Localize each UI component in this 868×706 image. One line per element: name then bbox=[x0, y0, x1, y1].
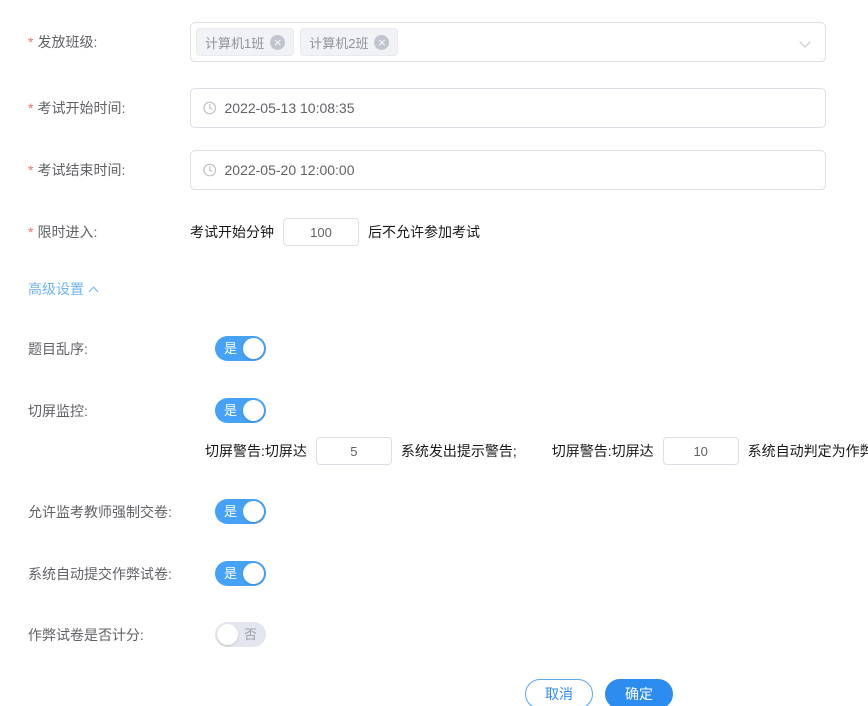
screen-monitor-label: 切屏监控: bbox=[28, 401, 190, 421]
warning2-suffix: 系统自动判定为作弊; bbox=[748, 441, 868, 461]
class-tag[interactable]: 计算机1班 × bbox=[196, 28, 294, 56]
shuffle-row: 题目乱序: 是 bbox=[28, 336, 868, 361]
required-marker: * bbox=[28, 224, 33, 240]
classes-label: *发放班级: bbox=[28, 32, 190, 52]
screen-monitor-switch[interactable]: 是 bbox=[215, 398, 266, 423]
circle-x-icon[interactable]: × bbox=[270, 35, 285, 50]
force-submit-row: 允许监考教师强制交卷: 是 bbox=[28, 499, 868, 524]
auto-submit-cheat-row: 系统自动提交作弊试卷: 是 bbox=[28, 561, 868, 586]
class-tag-label: 计算机1班 bbox=[205, 33, 264, 52]
warning1-suffix: 系统发出提示警告; bbox=[401, 441, 517, 461]
cheat-score-row: 作弊试卷是否计分: 否 bbox=[28, 622, 868, 647]
switch-knob bbox=[243, 563, 264, 584]
switch-knob bbox=[243, 338, 264, 359]
screen-monitor-row: 切屏监控: 是 bbox=[28, 398, 868, 423]
auto-submit-cheat-switch[interactable]: 是 bbox=[215, 561, 266, 586]
advanced-settings-label: 高级设置 bbox=[28, 279, 84, 299]
advanced-settings-toggle[interactable]: 高级设置 bbox=[28, 279, 97, 299]
circle-x-icon[interactable]: × bbox=[374, 35, 389, 50]
confirm-button[interactable]: 确定 bbox=[605, 679, 673, 706]
switch-knob bbox=[217, 624, 238, 645]
screen-warning-row: 切屏警告:切屏达 系统发出提示警告; 切屏警告:切屏达 系统自动判定为作弊; bbox=[205, 437, 868, 465]
entry-limit-label: *限时进入: bbox=[28, 222, 190, 242]
entry-limit-row: *限时进入: 考试开始分钟 后不允许参加考试 bbox=[28, 218, 868, 246]
warning1-prefix: 切屏警告:切屏达 bbox=[205, 441, 307, 461]
class-tag-label: 计算机2班 bbox=[309, 33, 368, 52]
exam-settings-form: *发放班级: 计算机1班 × 计算机2班 × *考试开始时间: *考试结束时间: bbox=[0, 0, 868, 706]
switch-state-label: 是 bbox=[224, 336, 237, 361]
switch-knob bbox=[243, 400, 264, 421]
cheat-score-switch[interactable]: 否 bbox=[215, 622, 266, 647]
switch-state-label: 否 bbox=[244, 622, 257, 647]
shuffle-label: 题目乱序: bbox=[28, 339, 190, 359]
force-submit-switch[interactable]: 是 bbox=[215, 499, 266, 524]
start-time-label: *考试开始时间: bbox=[28, 98, 190, 118]
end-time-picker[interactable] bbox=[190, 150, 826, 190]
start-time-picker[interactable] bbox=[190, 88, 826, 128]
end-time-row: *考试结束时间: bbox=[28, 150, 868, 190]
required-marker: * bbox=[28, 100, 33, 116]
chevron-down-icon bbox=[799, 36, 810, 47]
auto-submit-cheat-label: 系统自动提交作弊试卷: bbox=[28, 564, 190, 584]
switch-state-label: 是 bbox=[224, 499, 237, 524]
entry-limit-minutes-input[interactable] bbox=[283, 218, 359, 246]
required-marker: * bbox=[28, 162, 33, 178]
switch-knob bbox=[243, 501, 264, 522]
classes-multiselect[interactable]: 计算机1班 × 计算机2班 × bbox=[190, 22, 826, 62]
entry-limit-prefix: 考试开始分钟 bbox=[190, 222, 274, 242]
chevron-up-icon bbox=[89, 287, 99, 297]
clock-icon bbox=[203, 163, 217, 177]
class-tag[interactable]: 计算机2班 × bbox=[300, 28, 398, 56]
start-time-input[interactable] bbox=[225, 100, 814, 116]
warning2-prefix: 切屏警告:切屏达 bbox=[552, 441, 654, 461]
force-submit-label: 允许监考教师强制交卷: bbox=[28, 502, 190, 522]
warning1-count-input[interactable] bbox=[316, 437, 392, 465]
footer-actions: 取消 确定 bbox=[525, 679, 868, 706]
clock-icon bbox=[203, 101, 217, 115]
cancel-button[interactable]: 取消 bbox=[525, 679, 593, 706]
entry-limit-suffix: 后不允许参加考试 bbox=[368, 222, 480, 242]
cheat-score-label: 作弊试卷是否计分: bbox=[28, 625, 190, 645]
classes-row: *发放班级: 计算机1班 × 计算机2班 × bbox=[28, 22, 868, 62]
switch-state-label: 是 bbox=[224, 398, 237, 423]
end-time-label: *考试结束时间: bbox=[28, 160, 190, 180]
shuffle-switch[interactable]: 是 bbox=[215, 336, 266, 361]
start-time-row: *考试开始时间: bbox=[28, 88, 868, 128]
end-time-input[interactable] bbox=[225, 162, 814, 178]
required-marker: * bbox=[28, 34, 33, 50]
warning2-count-input[interactable] bbox=[663, 437, 739, 465]
switch-state-label: 是 bbox=[224, 561, 237, 586]
